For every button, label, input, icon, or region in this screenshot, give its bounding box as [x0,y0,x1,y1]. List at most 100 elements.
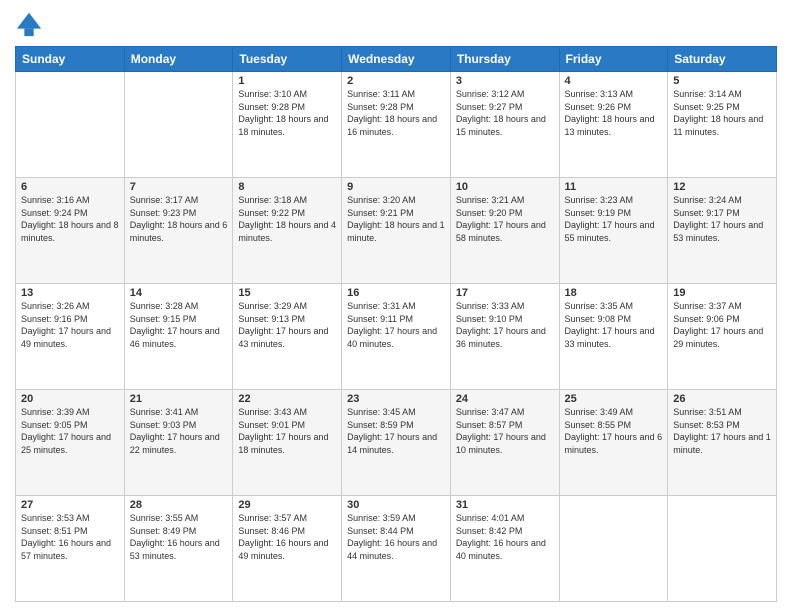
weekday-header: Thursday [450,47,559,72]
calendar-cell: 15Sunrise: 3:29 AM Sunset: 9:13 PM Dayli… [233,284,342,390]
day-number: 15 [238,287,336,299]
day-number: 9 [347,181,445,193]
calendar-cell: 18Sunrise: 3:35 AM Sunset: 9:08 PM Dayli… [559,284,668,390]
day-info: Sunrise: 3:16 AM Sunset: 9:24 PM Dayligh… [21,194,119,244]
day-number: 3 [456,75,554,87]
calendar-week-row: 6Sunrise: 3:16 AM Sunset: 9:24 PM Daylig… [16,178,777,284]
weekday-header: Wednesday [342,47,451,72]
day-number: 13 [21,287,119,299]
day-number: 20 [21,393,119,405]
calendar-cell: 21Sunrise: 3:41 AM Sunset: 9:03 PM Dayli… [124,390,233,496]
calendar-cell [16,72,125,178]
day-number: 4 [565,75,663,87]
calendar-cell: 20Sunrise: 3:39 AM Sunset: 9:05 PM Dayli… [16,390,125,496]
calendar-cell: 24Sunrise: 3:47 AM Sunset: 8:57 PM Dayli… [450,390,559,496]
day-number: 27 [21,499,119,511]
day-info: Sunrise: 3:13 AM Sunset: 9:26 PM Dayligh… [565,88,663,138]
logo-icon [15,10,43,38]
calendar-cell: 27Sunrise: 3:53 AM Sunset: 8:51 PM Dayli… [16,496,125,602]
day-info: Sunrise: 3:28 AM Sunset: 9:15 PM Dayligh… [130,300,228,350]
day-number: 26 [673,393,771,405]
day-number: 12 [673,181,771,193]
calendar-cell: 29Sunrise: 3:57 AM Sunset: 8:46 PM Dayli… [233,496,342,602]
day-number: 1 [238,75,336,87]
calendar-cell: 16Sunrise: 3:31 AM Sunset: 9:11 PM Dayli… [342,284,451,390]
day-info: Sunrise: 3:17 AM Sunset: 9:23 PM Dayligh… [130,194,228,244]
calendar-cell: 5Sunrise: 3:14 AM Sunset: 9:25 PM Daylig… [668,72,777,178]
day-number: 21 [130,393,228,405]
day-info: Sunrise: 3:11 AM Sunset: 9:28 PM Dayligh… [347,88,445,138]
day-info: Sunrise: 3:43 AM Sunset: 9:01 PM Dayligh… [238,406,336,456]
calendar-cell: 23Sunrise: 3:45 AM Sunset: 8:59 PM Dayli… [342,390,451,496]
day-info: Sunrise: 3:39 AM Sunset: 9:05 PM Dayligh… [21,406,119,456]
calendar-cell: 2Sunrise: 3:11 AM Sunset: 9:28 PM Daylig… [342,72,451,178]
day-info: Sunrise: 3:20 AM Sunset: 9:21 PM Dayligh… [347,194,445,244]
day-number: 24 [456,393,554,405]
calendar-cell: 12Sunrise: 3:24 AM Sunset: 9:17 PM Dayli… [668,178,777,284]
day-info: Sunrise: 3:10 AM Sunset: 9:28 PM Dayligh… [238,88,336,138]
calendar-cell: 9Sunrise: 3:20 AM Sunset: 9:21 PM Daylig… [342,178,451,284]
calendar-cell: 3Sunrise: 3:12 AM Sunset: 9:27 PM Daylig… [450,72,559,178]
day-number: 6 [21,181,119,193]
day-number: 16 [347,287,445,299]
day-info: Sunrise: 3:14 AM Sunset: 9:25 PM Dayligh… [673,88,771,138]
weekday-header: Saturday [668,47,777,72]
day-number: 7 [130,181,228,193]
calendar-cell: 17Sunrise: 3:33 AM Sunset: 9:10 PM Dayli… [450,284,559,390]
calendar-cell: 30Sunrise: 3:59 AM Sunset: 8:44 PM Dayli… [342,496,451,602]
weekday-row: SundayMondayTuesdayWednesdayThursdayFrid… [16,47,777,72]
day-number: 10 [456,181,554,193]
day-info: Sunrise: 3:47 AM Sunset: 8:57 PM Dayligh… [456,406,554,456]
calendar-table: SundayMondayTuesdayWednesdayThursdayFrid… [15,46,777,602]
day-info: Sunrise: 3:29 AM Sunset: 9:13 PM Dayligh… [238,300,336,350]
calendar-cell: 13Sunrise: 3:26 AM Sunset: 9:16 PM Dayli… [16,284,125,390]
day-number: 23 [347,393,445,405]
day-number: 8 [238,181,336,193]
day-info: Sunrise: 3:21 AM Sunset: 9:20 PM Dayligh… [456,194,554,244]
day-number: 14 [130,287,228,299]
day-info: Sunrise: 3:35 AM Sunset: 9:08 PM Dayligh… [565,300,663,350]
calendar-cell: 28Sunrise: 3:55 AM Sunset: 8:49 PM Dayli… [124,496,233,602]
day-info: Sunrise: 3:55 AM Sunset: 8:49 PM Dayligh… [130,512,228,562]
calendar-cell [668,496,777,602]
day-number: 31 [456,499,554,511]
day-info: Sunrise: 3:23 AM Sunset: 9:19 PM Dayligh… [565,194,663,244]
day-info: Sunrise: 3:49 AM Sunset: 8:55 PM Dayligh… [565,406,663,456]
weekday-header: Tuesday [233,47,342,72]
day-info: Sunrise: 3:33 AM Sunset: 9:10 PM Dayligh… [456,300,554,350]
header [15,10,777,38]
calendar-cell [124,72,233,178]
page: SundayMondayTuesdayWednesdayThursdayFrid… [0,0,792,612]
day-number: 2 [347,75,445,87]
day-number: 11 [565,181,663,193]
day-info: Sunrise: 3:53 AM Sunset: 8:51 PM Dayligh… [21,512,119,562]
calendar-cell [559,496,668,602]
day-info: Sunrise: 3:12 AM Sunset: 9:27 PM Dayligh… [456,88,554,138]
calendar-cell: 25Sunrise: 3:49 AM Sunset: 8:55 PM Dayli… [559,390,668,496]
day-info: Sunrise: 3:57 AM Sunset: 8:46 PM Dayligh… [238,512,336,562]
weekday-header: Sunday [16,47,125,72]
day-info: Sunrise: 3:59 AM Sunset: 8:44 PM Dayligh… [347,512,445,562]
calendar-cell: 4Sunrise: 3:13 AM Sunset: 9:26 PM Daylig… [559,72,668,178]
day-info: Sunrise: 3:31 AM Sunset: 9:11 PM Dayligh… [347,300,445,350]
day-info: Sunrise: 3:41 AM Sunset: 9:03 PM Dayligh… [130,406,228,456]
calendar-week-row: 27Sunrise: 3:53 AM Sunset: 8:51 PM Dayli… [16,496,777,602]
day-number: 28 [130,499,228,511]
calendar-cell: 19Sunrise: 3:37 AM Sunset: 9:06 PM Dayli… [668,284,777,390]
calendar-cell: 22Sunrise: 3:43 AM Sunset: 9:01 PM Dayli… [233,390,342,496]
calendar-cell: 6Sunrise: 3:16 AM Sunset: 9:24 PM Daylig… [16,178,125,284]
day-number: 29 [238,499,336,511]
calendar-cell: 7Sunrise: 3:17 AM Sunset: 9:23 PM Daylig… [124,178,233,284]
weekday-header: Monday [124,47,233,72]
logo [15,10,47,38]
calendar-week-row: 1Sunrise: 3:10 AM Sunset: 9:28 PM Daylig… [16,72,777,178]
day-number: 30 [347,499,445,511]
day-number: 5 [673,75,771,87]
calendar-cell: 14Sunrise: 3:28 AM Sunset: 9:15 PM Dayli… [124,284,233,390]
day-info: Sunrise: 4:01 AM Sunset: 8:42 PM Dayligh… [456,512,554,562]
day-number: 18 [565,287,663,299]
day-info: Sunrise: 3:26 AM Sunset: 9:16 PM Dayligh… [21,300,119,350]
day-info: Sunrise: 3:18 AM Sunset: 9:22 PM Dayligh… [238,194,336,244]
day-number: 25 [565,393,663,405]
calendar-cell: 10Sunrise: 3:21 AM Sunset: 9:20 PM Dayli… [450,178,559,284]
